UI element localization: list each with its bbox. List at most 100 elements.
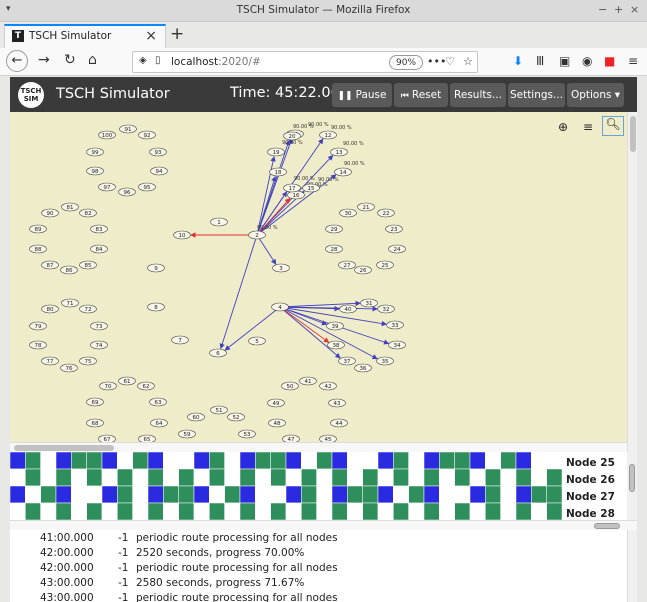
reload-button[interactable]: ↻ <box>64 52 76 68</box>
network-node[interactable]: 42 <box>319 381 337 391</box>
network-node[interactable]: 8 <box>147 302 165 312</box>
forward-button[interactable]: → <box>38 52 50 68</box>
new-tab-button[interactable]: + <box>170 24 184 44</box>
network-node[interactable]: 67 <box>98 434 116 444</box>
results-button[interactable]: Results... <box>450 83 506 107</box>
network-node[interactable]: 17 <box>283 183 301 193</box>
network-node[interactable]: 28 <box>325 244 343 254</box>
network-node[interactable]: 44 <box>330 418 348 428</box>
network-node[interactable]: 40 <box>339 304 357 314</box>
network-node[interactable]: 24 <box>388 244 406 254</box>
zoom-level[interactable]: 90% <box>389 55 424 70</box>
network-node[interactable]: 85 <box>79 260 97 270</box>
network-node[interactable]: 27 <box>338 260 356 270</box>
network-node[interactable]: 30 <box>339 208 357 218</box>
settings-button[interactable]: Settings... <box>508 83 565 107</box>
network-node[interactable]: 4 <box>271 302 289 312</box>
network-node[interactable]: 93 <box>149 147 167 157</box>
network-node[interactable]: 10 <box>173 230 191 240</box>
network-node[interactable]: 20 <box>283 131 301 141</box>
library-icon[interactable]: Ⅲ <box>536 54 544 68</box>
network-node[interactable]: 36 <box>354 363 372 373</box>
reset-button[interactable]: ⏮ Reset <box>394 83 448 107</box>
network-node[interactable]: 94 <box>150 166 168 176</box>
close-window-button[interactable]: × <box>630 3 639 16</box>
network-node[interactable]: 51 <box>210 405 228 415</box>
network-node[interactable]: 79 <box>29 321 47 331</box>
list-icon[interactable]: ≡ <box>583 120 593 134</box>
network-node[interactable]: 78 <box>29 340 47 350</box>
menu-icon[interactable]: ≡ <box>628 54 638 68</box>
network-node[interactable]: 12 <box>319 130 337 140</box>
network-view[interactable]: 90.00 % 90.00 % 90.00 % 90.00 % 90.00 % 90.00… <box>10 112 627 444</box>
url-bar[interactable]: ◈ ▯ localhost:2020/# 90% ••• ♡ ☆ <box>132 51 478 73</box>
search-icon[interactable]: 🔍︎ <box>602 116 624 136</box>
network-node[interactable]: 98 <box>86 166 104 176</box>
network-node[interactable]: 100 <box>98 130 116 140</box>
tab-tsch-simulator[interactable]: T TSCH Simulator × <box>4 24 166 48</box>
network-node[interactable]: 92 <box>138 130 156 140</box>
network-node[interactable]: 34 <box>388 340 406 350</box>
home-button[interactable]: ⌂ <box>88 52 97 68</box>
network-node[interactable]: 2 <box>248 230 266 240</box>
network-node[interactable]: 70 <box>99 381 117 391</box>
network-node[interactable]: 21 <box>357 202 375 212</box>
network-node[interactable]: 96 <box>118 187 136 197</box>
network-node[interactable]: 38 <box>327 340 345 350</box>
network-node[interactable]: 19 <box>267 147 285 157</box>
network-node[interactable]: 49 <box>267 398 285 408</box>
network-node[interactable]: 3 <box>272 263 290 273</box>
network-node[interactable]: 37 <box>338 356 356 366</box>
network-node[interactable]: 80 <box>41 304 59 314</box>
network-node[interactable]: 1 <box>210 217 228 227</box>
extension-icon[interactable]: ■ <box>604 54 615 68</box>
network-hscrollbar[interactable] <box>10 442 627 452</box>
network-node[interactable]: 88 <box>29 244 47 254</box>
network-node[interactable]: 72 <box>79 304 97 314</box>
network-node[interactable]: 31 <box>360 298 378 308</box>
network-node[interactable]: 15 <box>302 183 320 193</box>
options-button[interactable]: Options ▾ <box>567 83 624 107</box>
bookmark-star-icon[interactable]: ☆ <box>463 55 473 68</box>
network-node[interactable]: 69 <box>86 397 104 407</box>
network-node[interactable]: 91 <box>119 124 137 134</box>
network-node[interactable]: 60 <box>187 412 205 422</box>
sidebar-icon[interactable]: ▣ <box>559 54 570 68</box>
network-node[interactable]: 25 <box>376 260 394 270</box>
network-node[interactable]: 23 <box>385 224 403 234</box>
network-node[interactable]: 13 <box>330 147 348 157</box>
network-node[interactable]: 77 <box>41 356 59 366</box>
network-node[interactable]: 26 <box>354 265 372 275</box>
network-node[interactable]: 47 <box>282 434 300 444</box>
network-node[interactable]: 87 <box>41 260 59 270</box>
network-node[interactable]: 81 <box>61 202 79 212</box>
network-node[interactable]: 75 <box>79 356 97 366</box>
network-node[interactable]: 53 <box>238 429 256 439</box>
account-icon[interactable]: ◉ <box>582 54 592 68</box>
network-node[interactable]: 82 <box>79 208 97 218</box>
network-node[interactable]: 86 <box>60 265 78 275</box>
network-node[interactable]: 84 <box>90 244 108 254</box>
network-node[interactable]: 83 <box>90 224 108 234</box>
network-node[interactable]: 14 <box>334 167 352 177</box>
network-node[interactable]: 50 <box>281 381 299 391</box>
tab-close-icon[interactable]: × <box>145 28 157 44</box>
network-node[interactable]: 32 <box>377 304 395 314</box>
network-node[interactable]: 43 <box>328 398 346 408</box>
network-node[interactable]: 62 <box>137 381 155 391</box>
zoom-in-icon[interactable]: ⊕ <box>558 120 568 134</box>
network-node[interactable]: 39 <box>326 321 344 331</box>
minimize-button[interactable]: − <box>598 3 607 16</box>
network-node[interactable]: 99 <box>86 147 104 157</box>
network-node[interactable]: 5 <box>248 336 266 346</box>
network-node[interactable]: 41 <box>299 376 317 386</box>
network-node[interactable]: 52 <box>227 412 245 422</box>
network-node[interactable]: 65 <box>138 434 156 444</box>
network-node[interactable]: 7 <box>171 335 189 345</box>
schedule-hscrollbar[interactable] <box>10 520 637 530</box>
network-node[interactable]: 9 <box>147 263 165 273</box>
network-node[interactable]: 95 <box>138 182 156 192</box>
network-node[interactable]: 22 <box>377 208 395 218</box>
network-node[interactable]: 6 <box>209 348 227 358</box>
pocket-icon[interactable]: ♡ <box>445 55 455 68</box>
